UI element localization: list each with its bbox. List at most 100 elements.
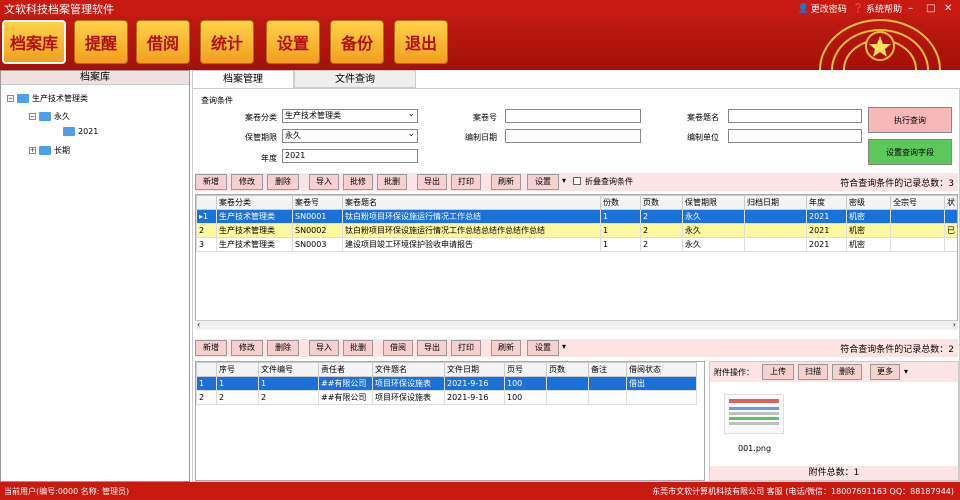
archive-table-row[interactable]: 3 生产技术管理类 SN0003 建设项目竣工环境保护验收申请报告 1 2 永久 2021 机密 <box>196 237 957 252</box>
settings-dropdown-icon[interactable]: ▾ <box>562 176 566 185</box>
refresh-file-button[interactable]: 刷新 <box>491 340 521 356</box>
table-cell: 钛白粉项目环保设施运行情况工作总结总结作总结作总结 <box>342 223 601 238</box>
menu-settings-button[interactable]: 设置 <box>266 20 320 64</box>
tree-node-longterm[interactable]: + 长期 <box>29 145 70 156</box>
delete-attachment-button[interactable]: 删除 <box>832 364 862 380</box>
edit-button[interactable]: 修改 <box>231 174 263 190</box>
file-table-row[interactable]: 2 2 2 ##有限公司 项目环保设施表 2021-9-16 100 <box>196 390 697 405</box>
batch-delete-file-button[interactable]: 批删 <box>343 340 373 356</box>
column-header[interactable] <box>196 195 217 210</box>
tree-node-permanent[interactable]: − 永久 <box>29 111 70 122</box>
close-button[interactable]: ✕ <box>944 3 956 14</box>
collapse-icon[interactable]: − <box>29 113 36 120</box>
import-button[interactable]: 导入 <box>309 174 339 190</box>
scan-button[interactable]: 扫描 <box>798 364 828 380</box>
print-file-button[interactable]: 打印 <box>451 340 481 356</box>
more-button[interactable]: 更多 <box>870 364 900 380</box>
archive-table-row[interactable]: 2 生产技术管理类 SN0002 钛白粉项目环保设施运行情况工作总结总结作总结作总结 1… <box>196 223 957 238</box>
collapse-icon[interactable]: − <box>7 95 14 102</box>
year-input[interactable]: 2021 <box>282 149 418 163</box>
column-header[interactable]: 文件题名 <box>372 362 445 377</box>
scroll-right-icon[interactable]: › <box>953 320 956 329</box>
file-no-label: 案卷号 <box>473 113 497 122</box>
add-button[interactable]: 新增 <box>195 174 227 190</box>
archive-table-hscrollbar[interactable]: ‹ › <box>195 320 958 330</box>
archive-table-row[interactable]: ▸1 生产技术管理类 SN0001 钛白粉项目环保设施运行情况工作总结 1 2 永久 2021… <box>196 209 957 224</box>
file-table-row[interactable]: 1 1 1 ##有限公司 项目环保设施表 2021-9-16 100 借出 <box>196 376 697 391</box>
more-dropdown-icon[interactable]: ▾ <box>904 367 908 376</box>
tab-file-query[interactable]: 文件查询 <box>294 70 416 88</box>
minimize-button[interactable]: – <box>908 3 920 14</box>
tree-node-root[interactable]: − 生产技术管理类 <box>7 93 88 104</box>
batch-delete-button[interactable]: 批删 <box>377 174 407 190</box>
menu-archive-button[interactable]: 档案库 <box>2 20 66 64</box>
file-record-count-text: 符合查询条件的记录总数：2 <box>840 345 954 355</box>
change-password-link[interactable]: 👤 更改密码 <box>798 2 847 16</box>
title-input[interactable] <box>728 109 862 123</box>
table-cell <box>588 390 627 405</box>
table-cell: 100 <box>504 376 547 391</box>
column-header[interactable]: 案卷题名 <box>342 195 601 210</box>
menu-exit-button[interactable]: 退出 <box>394 20 448 64</box>
column-header[interactable]: 页数 <box>546 362 589 377</box>
column-header[interactable]: 状 <box>944 195 957 210</box>
column-header[interactable]: 年度 <box>806 195 847 210</box>
menu-backup-button[interactable]: 备份 <box>330 20 384 64</box>
add-file-button[interactable]: 新增 <box>195 340 227 356</box>
settings-button[interactable]: 设置 <box>527 174 559 190</box>
export-button[interactable]: 导出 <box>417 174 447 190</box>
attachment-label: 附件操作： <box>714 368 754 377</box>
table-cell <box>626 390 697 405</box>
help-link[interactable]: ❓ 系统帮助 <box>853 2 902 16</box>
menu-reminder-button[interactable]: 提醒 <box>74 20 128 64</box>
column-header[interactable]: 文件编号 <box>258 362 319 377</box>
delete-button[interactable]: 删除 <box>267 174 299 190</box>
column-header[interactable]: 文件日期 <box>444 362 505 377</box>
folder-open-icon <box>63 127 75 136</box>
edit-file-button[interactable]: 修改 <box>231 340 263 356</box>
column-header[interactable]: 备注 <box>588 362 627 377</box>
delete-file-button[interactable]: 删除 <box>267 340 299 356</box>
column-header[interactable]: 保管期限 <box>682 195 745 210</box>
menu-borrow-button[interactable]: 借阅 <box>136 20 190 64</box>
emblem-decoration <box>819 19 941 70</box>
column-header[interactable] <box>196 362 217 377</box>
period-select[interactable]: 永久 <box>282 128 418 143</box>
export-file-button[interactable]: 导出 <box>417 340 447 356</box>
column-header[interactable]: 份数 <box>600 195 641 210</box>
settings-dropdown-icon[interactable]: ▾ <box>562 342 566 351</box>
unit-input[interactable] <box>728 129 862 143</box>
date-input[interactable] <box>505 129 641 143</box>
file-no-input[interactable] <box>505 109 641 123</box>
column-header[interactable]: 案卷号 <box>292 195 343 210</box>
attachment-thumbnail[interactable] <box>724 394 784 434</box>
column-header[interactable]: 全宗号 <box>890 195 945 210</box>
column-header[interactable]: 归档日期 <box>744 195 807 210</box>
borrow-file-button[interactable]: 借阅 <box>383 340 413 356</box>
column-header[interactable]: 借阅状态 <box>626 362 697 377</box>
set-query-fields-button[interactable]: 设置查询字段 <box>868 139 952 165</box>
expand-icon[interactable]: + <box>29 147 36 154</box>
print-button[interactable]: 打印 <box>451 174 481 190</box>
column-header[interactable]: 责任者 <box>318 362 373 377</box>
tab-archive-management[interactable]: 档案管理 <box>192 70 294 88</box>
menu-stats-button[interactable]: 统计 <box>200 20 254 64</box>
table-cell: 2 <box>640 223 683 238</box>
maximize-button[interactable]: □ <box>926 3 938 14</box>
fold-query-checkbox[interactable] <box>573 177 581 185</box>
column-header[interactable]: 序号 <box>216 362 259 377</box>
archive-table: 案卷分类 案卷号 案卷题名 份数 页数 保管期限 归档日期 年度 密级 全宗号状 ▸1 生产技术管理… <box>195 194 958 328</box>
column-header[interactable]: 密级 <box>846 195 891 210</box>
run-query-button[interactable]: 执行查询 <box>868 107 952 133</box>
column-header[interactable]: 页号 <box>504 362 547 377</box>
import-file-button[interactable]: 导入 <box>309 340 339 356</box>
column-header[interactable]: 页数 <box>640 195 683 210</box>
refresh-button[interactable]: 刷新 <box>491 174 521 190</box>
batch-edit-button[interactable]: 批修 <box>343 174 373 190</box>
column-header[interactable]: 案卷分类 <box>216 195 293 210</box>
tree-node-2021[interactable]: 2021 <box>63 127 98 136</box>
settings-file-button[interactable]: 设置 <box>527 340 559 356</box>
category-select[interactable]: 生产技术管理类 <box>282 108 418 123</box>
upload-button[interactable]: 上传 <box>762 364 794 380</box>
scroll-left-icon[interactable]: ‹ <box>197 320 200 329</box>
